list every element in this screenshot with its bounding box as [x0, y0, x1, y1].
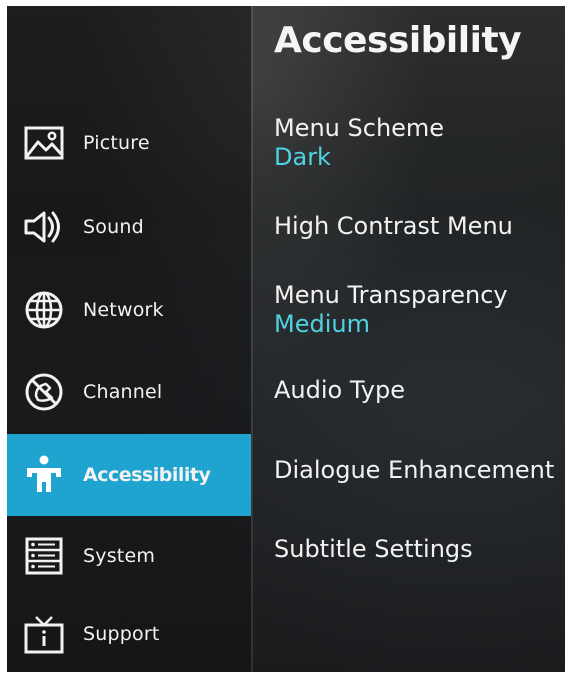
setting-label: Audio Type	[274, 376, 405, 404]
settings-sidebar: Picture Sound Network Channel Accessibil…	[7, 6, 251, 672]
setting-value: Medium	[274, 310, 370, 338]
setting-dialogue-enhancement[interactable]: Dialogue Enhancement	[274, 456, 554, 484]
setting-high-contrast-menu[interactable]: High Contrast Menu	[274, 212, 513, 240]
sidebar-item-label: System	[83, 545, 156, 567]
sidebar-item-label: Accessibility	[83, 464, 211, 486]
setting-value: Dark	[274, 143, 331, 171]
tv-settings-screen: Picture Sound Network Channel Accessibil…	[7, 6, 565, 672]
sidebar-item-label: Picture	[83, 132, 150, 154]
sidebar-item-picture[interactable]: Picture	[7, 103, 251, 183]
system-icon	[23, 536, 65, 576]
sidebar-item-network[interactable]: Network	[7, 270, 251, 350]
sidebar-item-sound[interactable]: Sound	[7, 187, 251, 267]
sidebar-item-label: Network	[83, 299, 164, 321]
globe-icon	[23, 290, 65, 330]
setting-label: Menu Scheme	[274, 114, 445, 142]
sidebar-item-system[interactable]: System	[7, 516, 251, 596]
accessibility-icon	[23, 455, 65, 495]
setting-menu-transparency[interactable]: Menu Transparency Medium	[274, 281, 508, 338]
speaker-icon	[23, 207, 65, 247]
setting-label: Menu Transparency	[274, 281, 508, 309]
sidebar-item-support[interactable]: Support	[7, 594, 251, 672]
setting-label: High Contrast Menu	[274, 212, 513, 240]
setting-label: Dialogue Enhancement	[274, 456, 555, 484]
picture-icon	[23, 123, 65, 163]
setting-label: Subtitle Settings	[274, 535, 473, 563]
tv-info-icon	[23, 614, 65, 654]
setting-subtitle-settings[interactable]: Subtitle Settings	[274, 535, 473, 563]
page-title: Accessibility	[274, 20, 522, 61]
panel-divider	[251, 6, 253, 672]
sidebar-item-label: Sound	[83, 216, 144, 238]
sidebar-item-label: Support	[83, 623, 160, 645]
sidebar-item-channel[interactable]: Channel	[7, 352, 251, 432]
setting-audio-type[interactable]: Audio Type	[274, 376, 405, 404]
sidebar-item-label: Channel	[83, 381, 163, 403]
setting-menu-scheme[interactable]: Menu Scheme Dark	[274, 114, 444, 171]
sidebar-item-accessibility[interactable]: Accessibility	[7, 434, 251, 516]
channel-icon	[23, 372, 65, 412]
